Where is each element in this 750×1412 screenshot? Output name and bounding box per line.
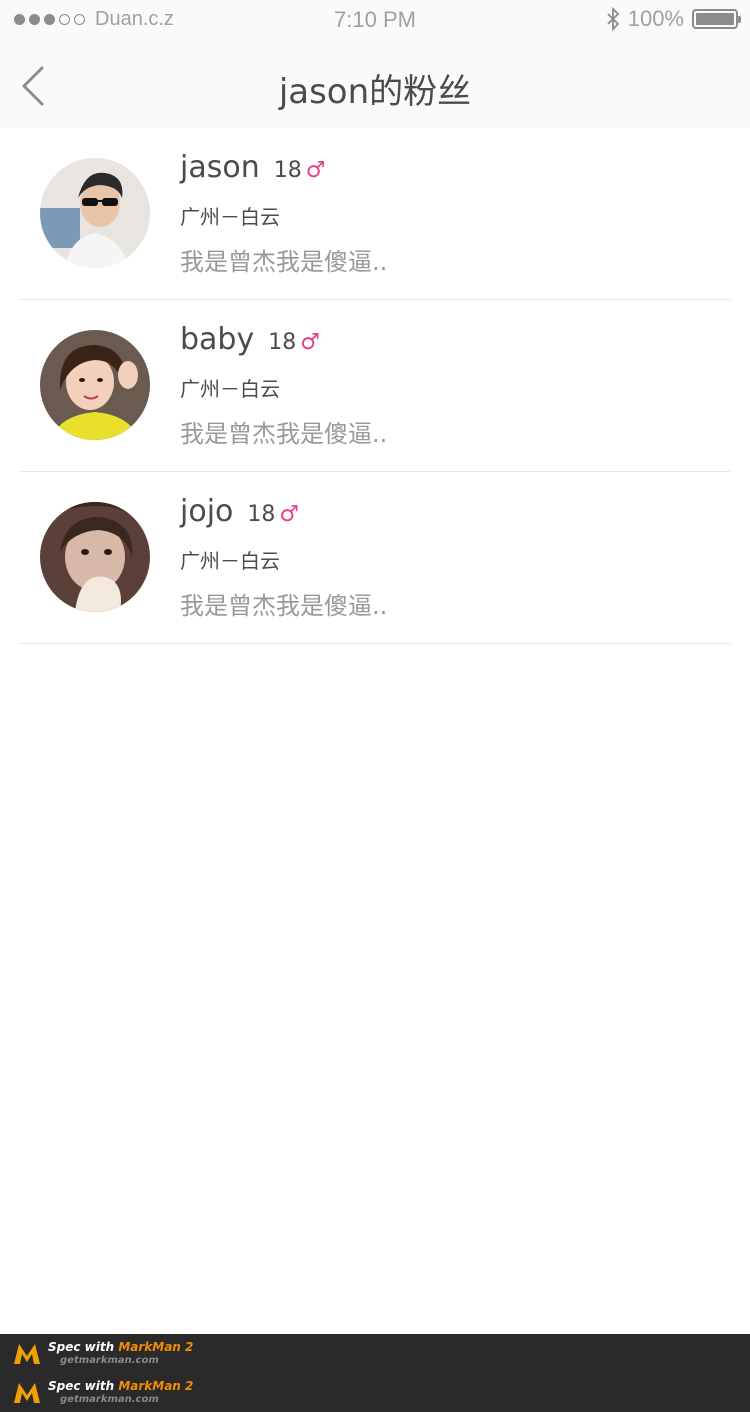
battery-icon — [692, 9, 741, 29]
fan-info: baby 18 ♂ 广州－白云 我是曾杰我是傻逼.. — [180, 322, 387, 449]
avatar-image — [40, 502, 150, 612]
fan-age: 18 — [273, 158, 302, 183]
fan-bio: 我是曾杰我是傻逼.. — [180, 420, 388, 448]
markman-badge: Spec with MarkMan 2 getmarkman.com — [12, 1340, 193, 1366]
fan-name: jason — [180, 150, 260, 185]
fan-name-line: baby 18 ♂ — [180, 322, 387, 357]
list-item-fan[interactable]: baby 18 ♂ 广州－白云 我是曾杰我是傻逼.. — [20, 300, 730, 472]
markman-title: Spec with MarkMan 2 — [48, 1378, 194, 1393]
avatar — [40, 330, 150, 440]
battery-level — [696, 13, 734, 25]
avatar — [40, 158, 150, 268]
markman-footer: Spec with MarkMan 2 getmarkman.com Spec … — [0, 1334, 750, 1412]
avatar-image — [40, 330, 150, 440]
avatar — [40, 502, 150, 612]
page-title: jason的粉丝 — [278, 72, 472, 112]
markman-title: Spec with MarkMan 2 — [48, 1339, 194, 1354]
battery-percentage: 100% — [627, 6, 684, 31]
fan-bio: 我是曾杰我是傻逼.. — [180, 248, 388, 276]
avatar-image — [40, 158, 150, 268]
fan-age: 18 — [268, 330, 297, 355]
list-item-fan[interactable]: jason 18 ♂ 广州－白云 我是曾杰我是傻逼.. — [20, 128, 730, 300]
fan-age: 18 — [247, 502, 276, 527]
markman-logo-icon — [14, 1344, 40, 1364]
nav-bar: Duan.c.z 7:10 PM 100% jason的粉丝 — [0, 0, 750, 128]
markman-url: getmarkman.com — [60, 1393, 159, 1405]
fan-location: 广州－白云 — [180, 205, 280, 229]
fan-name-line: jason 18 ♂ — [180, 150, 387, 185]
fan-info: jojo 18 ♂ 广州－白云 我是曾杰我是傻逼.. — [180, 494, 387, 621]
male-gender-icon: ♂ — [279, 502, 300, 527]
status-bar: Duan.c.z 7:10 PM 100% — [0, 0, 750, 40]
fan-list: jason 18 ♂ 广州－白云 我是曾杰我是傻逼.. baby 18 ♂ 广州… — [20, 128, 730, 644]
bluetooth-icon — [607, 7, 619, 31]
list-item-fan[interactable]: jojo 18 ♂ 广州－白云 我是曾杰我是傻逼.. — [20, 472, 730, 644]
battery-area: 100% — [606, 6, 741, 32]
markman-logo-icon — [14, 1383, 40, 1403]
fan-name: jojo — [180, 494, 234, 529]
fan-name: baby — [180, 322, 255, 357]
markman-url: getmarkman.com — [60, 1354, 159, 1366]
male-gender-icon: ♂ — [305, 158, 326, 183]
fan-info: jason 18 ♂ 广州－白云 我是曾杰我是傻逼.. — [180, 150, 387, 277]
fan-location: 广州－白云 — [180, 549, 280, 573]
male-gender-icon: ♂ — [300, 330, 320, 355]
fan-bio: 我是曾杰我是傻逼.. — [180, 592, 388, 620]
markman-badge: Spec with MarkMan 2 getmarkman.com — [12, 1379, 193, 1405]
fan-name-line: jojo 18 ♂ — [180, 494, 387, 529]
fan-location: 广州－白云 — [180, 377, 280, 401]
